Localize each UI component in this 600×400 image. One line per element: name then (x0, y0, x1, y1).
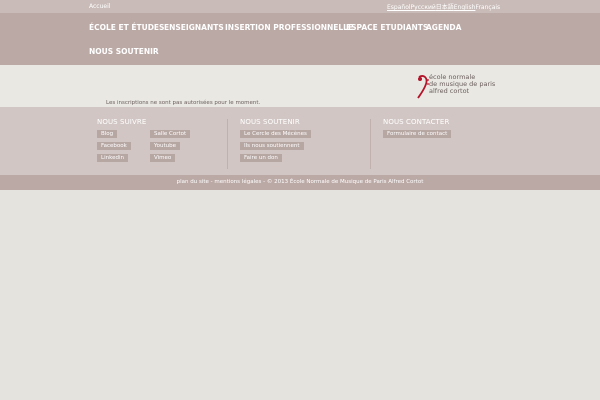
main-content: école normale de musique de paris alfred… (0, 65, 600, 107)
footer-contact-title: NOUS CONTACTER (383, 118, 450, 126)
logo-line: alfred cortot (429, 87, 470, 95)
lang-japanese[interactable]: 日本語 (436, 4, 454, 11)
lang-spanish[interactable]: Español (387, 4, 411, 11)
registration-notice: Les inscriptions ne sont pas autorisées … (106, 100, 261, 106)
footer-follow-column: NOUS SUIVRE (97, 118, 146, 126)
linkedin-link[interactable]: Linkedin (97, 154, 128, 162)
nav-agenda[interactable]: AGENDA (426, 23, 461, 32)
lang-russian[interactable]: Русский (411, 4, 436, 11)
main-navigation: ÉCOLE ET ÉTUDES ENSEIGNANTS INSERTION PR… (0, 13, 600, 65)
cercle-des-mecenes-link[interactable]: Le Cercle des Mécènes (240, 130, 311, 138)
footer-divider (227, 119, 228, 169)
lang-french[interactable]: Français (475, 4, 500, 11)
logo-wordmark: école normale de musique de paris alfred… (429, 74, 495, 95)
footer-follow-title: NOUS SUIVRE (97, 118, 147, 126)
copyright-text: © 2013 École Normale de Musique de Paris… (266, 179, 424, 185)
contact-form-link[interactable]: Formulaire de contact (383, 130, 452, 138)
nav-ecole-et-etudes[interactable]: ÉCOLE ET ÉTUDES (89, 23, 164, 32)
home-link[interactable]: Accueil (89, 3, 110, 10)
footer-divider (370, 119, 371, 169)
sitemap-link[interactable]: plan du site (177, 179, 209, 185)
school-logo[interactable]: école normale de musique de paris alfred… (417, 73, 537, 99)
copyright-line: plan du site - mentions légales - © 2013… (176, 179, 424, 185)
blog-link[interactable]: Blog (97, 130, 118, 138)
faire-un-don-link[interactable]: Faire un don (240, 154, 282, 162)
facebook-link[interactable]: Facebook (97, 142, 131, 150)
footer-support-title: NOUS SOUTENIR (240, 118, 300, 126)
footer-support-column: NOUS SOUTENIR (240, 118, 300, 126)
footer: NOUS SUIVRE Blog Salle Cortot Facebook Y… (0, 107, 600, 175)
legal-notice-link[interactable]: mentions légales (214, 179, 261, 185)
top-bar: Accueil EspañolРусский日本語EnglishFrançais (0, 0, 600, 13)
vimeo-link[interactable]: Vimeo (150, 154, 176, 162)
nav-enseignants[interactable]: ENSEIGNANTS (164, 23, 224, 32)
nav-insertion-professionnelle[interactable]: INSERTION PROFESSIONNELLE (225, 23, 353, 32)
lang-english[interactable]: English (454, 4, 476, 11)
bottom-bar: plan du site - mentions légales - © 2013… (0, 175, 600, 190)
nav-espace-etudiants[interactable]: ESPACE ETUDIANTS (346, 23, 428, 32)
salle-cortot-link[interactable]: Salle Cortot (150, 130, 191, 138)
footer-contact-column: NOUS CONTACTER (383, 118, 449, 126)
nav-nous-soutenir[interactable]: NOUS SOUTENIR (89, 47, 159, 56)
bass-clef-icon (417, 75, 429, 99)
youtube-link[interactable]: Youtube (150, 142, 180, 150)
language-switcher: EspañolРусский日本語EnglishFrançais (387, 2, 500, 11)
ils-nous-soutiennent-link[interactable]: Ils nous soutiennent (240, 142, 304, 150)
